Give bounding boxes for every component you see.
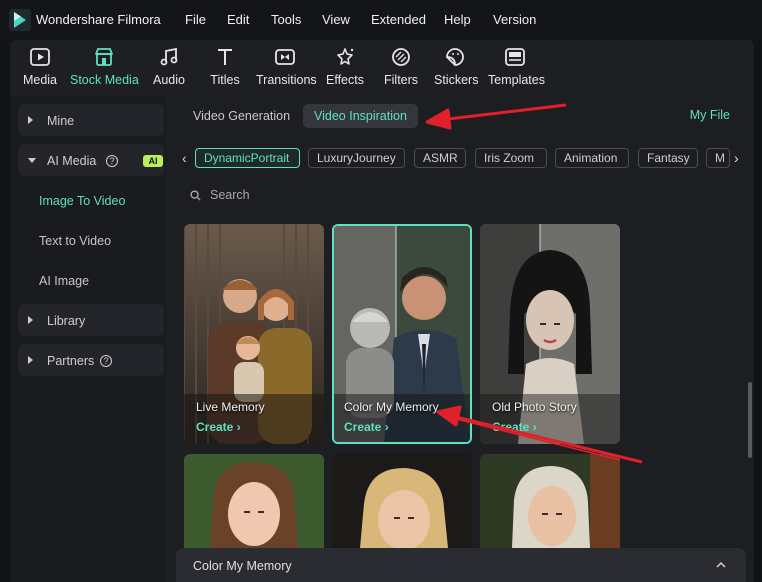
- menu-file[interactable]: File: [185, 12, 206, 27]
- filmora-logo-icon: [9, 9, 31, 31]
- menu-tools[interactable]: Tools: [271, 12, 301, 27]
- template-card-portrait-girl[interactable]: [184, 454, 324, 548]
- chevron-left-icon[interactable]: ‹: [182, 150, 187, 166]
- template-card-old-photo-story[interactable]: Old Photo Story Create ›: [480, 224, 620, 444]
- sidebar-item-partners[interactable]: Partners ?: [18, 344, 164, 376]
- sidebar-item-ai-image[interactable]: AI Image: [39, 274, 89, 288]
- chevron-down-icon: [28, 158, 36, 163]
- templates-icon: [505, 48, 525, 66]
- portrait-elderly-woman-thumbnail: [480, 454, 620, 548]
- toolbar-media-button[interactable]: Media: [22, 46, 58, 94]
- chevron-right-icon[interactable]: ›: [734, 150, 739, 166]
- toolbar-templates-button[interactable]: Templates: [488, 46, 545, 94]
- my-file-link[interactable]: My File: [690, 108, 730, 122]
- media-toolbar: Media Stock Media Audio Titles Transitio…: [10, 40, 754, 96]
- template-card-portrait-elderly-woman[interactable]: [480, 454, 620, 548]
- toolbar-titles-button[interactable]: Titles: [208, 46, 242, 94]
- stock-media-icon: [95, 48, 113, 66]
- toolbar-filters-button[interactable]: Filters: [384, 46, 418, 94]
- portrait-blonde-woman-thumbnail: [332, 454, 472, 548]
- menu-edit[interactable]: Edit: [227, 12, 249, 27]
- titles-icon: [218, 49, 232, 65]
- template-detail-panel[interactable]: Color My Memory: [176, 548, 746, 582]
- create-button[interactable]: Create ›: [196, 420, 241, 434]
- chevron-right-icon: [28, 316, 33, 324]
- chevron-right-icon: [28, 116, 33, 124]
- audio-icon: [160, 47, 178, 66]
- sidebar-item-library[interactable]: Library: [18, 304, 164, 336]
- tab-video-inspiration[interactable]: Video Inspiration: [303, 104, 418, 128]
- tab-video-generation[interactable]: Video Generation: [182, 104, 301, 128]
- sidebar-item-ai-media[interactable]: AI Media ? AI: [18, 144, 164, 176]
- filters-icon: [392, 48, 410, 66]
- category-chip-bar: ‹ DynamicPortrait LuxuryJourney ASMR Iri…: [166, 142, 754, 176]
- chip-fantasy[interactable]: Fantasy: [638, 148, 698, 168]
- chip-luxury-journey[interactable]: LuxuryJourney: [308, 148, 405, 168]
- effects-icon: [337, 48, 354, 65]
- sidebar-item-image-to-video[interactable]: Image To Video: [39, 194, 125, 208]
- chip-asmr[interactable]: ASMR: [414, 148, 466, 168]
- help-icon[interactable]: ?: [106, 155, 118, 167]
- main-panel: Video Generation Video Inspiration My Fi…: [166, 96, 754, 582]
- toolbar-transitions-button[interactable]: Transitions: [256, 46, 317, 94]
- toolbar-stickers-button[interactable]: Stickers: [434, 46, 478, 94]
- title-bar: Wondershare Filmora File Edit Tools View…: [0, 0, 762, 40]
- transitions-icon: [275, 49, 295, 65]
- create-button[interactable]: Create ›: [344, 420, 389, 434]
- menu-view[interactable]: View: [322, 12, 350, 27]
- chip-iris-zoom[interactable]: Iris Zoom: [475, 148, 547, 168]
- menu-extended[interactable]: Extended: [371, 12, 426, 27]
- search-input[interactable]: [210, 188, 410, 202]
- toolbar-effects-button[interactable]: Effects: [326, 46, 364, 94]
- template-card-color-my-memory[interactable]: Color My Memory Create ›: [332, 224, 472, 444]
- chevron-up-icon[interactable]: [716, 561, 726, 569]
- app-title: Wondershare Filmora: [36, 12, 161, 27]
- ai-badge: AI: [143, 155, 163, 167]
- toolbar-audio-button[interactable]: Audio: [150, 46, 188, 94]
- menu-help[interactable]: Help: [444, 12, 471, 27]
- stickers-icon: [446, 48, 464, 66]
- sidebar-item-text-to-video[interactable]: Text to Video: [39, 234, 111, 248]
- template-card-portrait-blonde-woman[interactable]: [332, 454, 472, 548]
- chip-animation[interactable]: Animation: [555, 148, 629, 168]
- chip-dynamic-portrait[interactable]: DynamicPortrait: [195, 148, 300, 168]
- chevron-right-icon: [28, 356, 33, 364]
- media-icon: [30, 48, 50, 66]
- chip-more[interactable]: M: [706, 148, 730, 168]
- menu-version[interactable]: Version: [493, 12, 536, 27]
- template-card-live-memory[interactable]: Live Memory Create ›: [184, 224, 324, 444]
- help-icon[interactable]: ?: [100, 355, 112, 367]
- vertical-scrollbar[interactable]: [748, 382, 752, 458]
- left-sidebar: Mine AI Media ? AI Image To Video Text t…: [10, 96, 166, 582]
- portrait-girl-thumbnail: [184, 454, 324, 548]
- create-button[interactable]: Create ›: [492, 420, 537, 434]
- search-icon: [190, 190, 201, 201]
- sidebar-item-mine[interactable]: Mine: [18, 104, 164, 136]
- toolbar-stock-media-button[interactable]: Stock Media: [70, 46, 139, 94]
- detail-panel-title: Color My Memory: [193, 559, 292, 573]
